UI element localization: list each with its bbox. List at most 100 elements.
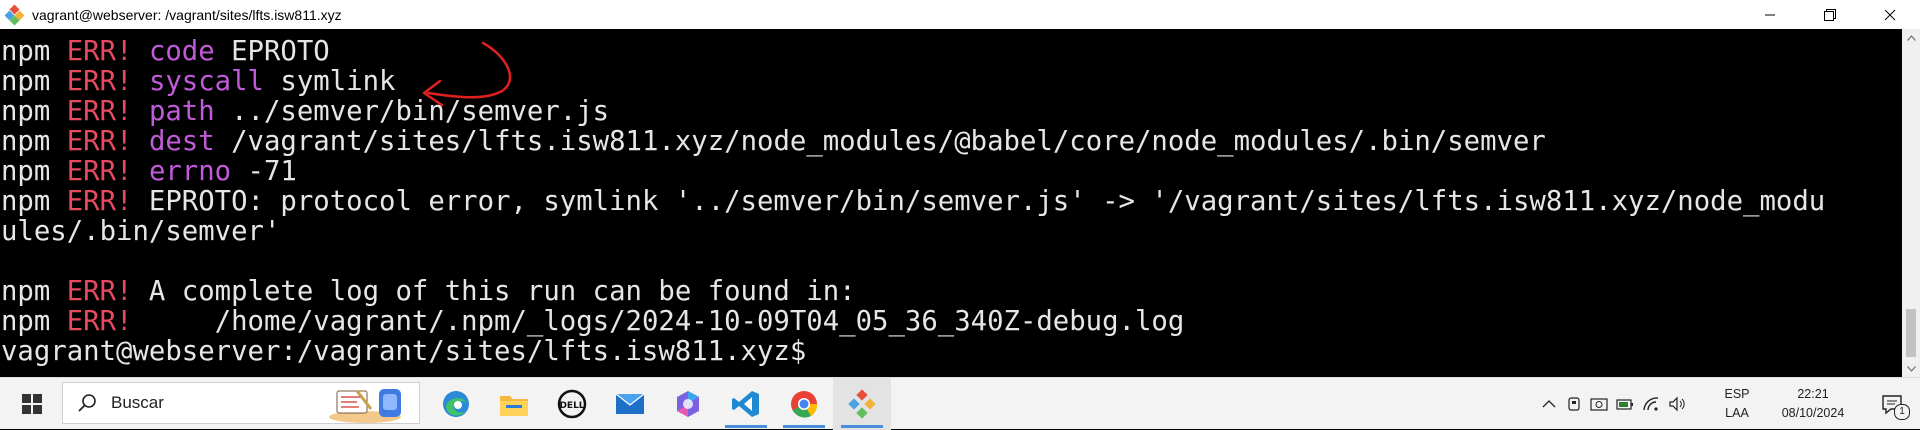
device-icon <box>1568 397 1580 411</box>
line-value: vagrant@webserver:/vagrant/sites/lfts.is… <box>1 336 807 367</box>
npm-prefix: npm <box>1 306 51 337</box>
chrome-icon <box>791 391 818 418</box>
line-value: -71 <box>231 156 297 187</box>
running-indicator <box>725 425 767 428</box>
clock-time: 22:21 <box>1797 387 1829 401</box>
scroll-up-button[interactable] <box>1902 29 1920 46</box>
mail-icon <box>615 393 645 414</box>
terminal-line: npm ERR! dest /vagrant/sites/lfts.isw811… <box>1 127 1825 157</box>
wifi-icon <box>1643 397 1659 411</box>
line-value: symlink <box>263 66 396 97</box>
line-value: EPROTO: protocol error, symlink '../semv… <box>132 186 1826 217</box>
keyboard-layout: LAA <box>1725 406 1749 420</box>
restore-button[interactable] <box>1800 0 1860 29</box>
copilot-icon <box>677 391 699 417</box>
taskbar-chrome[interactable] <box>775 378 833 430</box>
tray-battery[interactable] <box>1613 378 1637 430</box>
minimize-button[interactable] <box>1740 0 1800 29</box>
scroll-down-button[interactable] <box>1902 360 1920 377</box>
error-key: syscall <box>148 66 264 97</box>
notification-center-button[interactable]: 1 <box>1867 378 1917 430</box>
line-value: /vagrant/sites/lfts.isw811.xyz/node_modu… <box>214 126 1546 157</box>
search-placeholder: Buscar <box>111 393 164 412</box>
npm-prefix: npm <box>1 156 51 187</box>
windows-logo-icon <box>22 394 42 414</box>
terminal-line: npm ERR! errno -71 <box>1 157 1825 187</box>
taskbar-vscode[interactable] <box>717 378 775 430</box>
start-button[interactable] <box>10 378 54 430</box>
search-highlight-illustration-icon <box>329 389 401 423</box>
taskbar-edge[interactable] <box>427 378 485 430</box>
taskbar-search[interactable]: Buscar <box>62 382 420 424</box>
taskbar-copilot[interactable] <box>659 378 717 430</box>
npm-prefix: npm <box>1 36 51 67</box>
npm-prefix: npm <box>1 126 51 157</box>
error-key: errno <box>148 156 232 187</box>
line-value: ules/.bin/semver' <box>1 216 281 247</box>
taskbar-dell[interactable]: DELL <box>543 378 601 430</box>
close-button[interactable] <box>1860 0 1920 29</box>
terminal-output[interactable]: npm ERR! code EPROTO npm ERR! syscall sym… <box>0 29 1902 377</box>
running-indicator <box>783 425 825 428</box>
git-app-icon <box>4 4 25 25</box>
error-tag: ERR! <box>66 66 133 97</box>
battery-icon <box>1616 399 1633 410</box>
error-tag: ERR! <box>66 276 133 307</box>
terminal-line: npm ERR! /home/vagrant/.npm/_logs/2024-1… <box>1 307 1825 337</box>
show-hidden-icons-button[interactable] <box>1537 378 1561 430</box>
terminal-line: npm ERR! syscall symlink <box>1 67 1825 97</box>
error-tag: ERR! <box>66 126 133 157</box>
window-title: vagrant@webserver: /vagrant/sites/lfts.i… <box>32 6 342 23</box>
npm-prefix: npm <box>1 276 51 307</box>
scrollbar-thumb[interactable] <box>1906 309 1916 357</box>
tray-device[interactable] <box>1563 378 1585 430</box>
running-indicator <box>841 425 883 428</box>
taskbar-git-bash[interactable] <box>833 378 891 430</box>
error-key: code <box>148 36 215 67</box>
camera-icon <box>1590 398 1608 411</box>
terminal-line: npm ERR! A complete log of this run can … <box>1 277 1825 307</box>
terminal-line: vagrant@webserver:/vagrant/sites/lfts.is… <box>1 337 1825 367</box>
language-indicator[interactable]: ESP LAA <box>1717 378 1757 430</box>
chevron-down-icon <box>1906 365 1916 372</box>
error-tag: ERR! <box>66 36 133 67</box>
tray-meet-now[interactable] <box>1587 378 1611 430</box>
volume-icon <box>1669 396 1685 412</box>
tray-volume[interactable] <box>1665 378 1689 430</box>
error-key: path <box>148 96 215 127</box>
chevron-up-icon <box>1906 34 1916 41</box>
clock-date: 08/10/2024 <box>1781 406 1845 420</box>
error-tag: ERR! <box>66 306 133 337</box>
error-tag: ERR! <box>66 186 133 217</box>
error-key: dest <box>148 126 215 157</box>
line-value: A complete log of this run can be found … <box>132 276 856 307</box>
line-value: /home/vagrant/.npm/_logs/2024-10-09T04_0… <box>132 306 1185 337</box>
git-icon <box>848 389 876 419</box>
restore-icon <box>1824 8 1836 21</box>
dell-icon: DELL <box>557 389 587 419</box>
taskbar-mail[interactable] <box>601 378 659 430</box>
npm-prefix: npm <box>1 66 51 97</box>
terminal-text: npm ERR! code EPROTO npm ERR! syscall sym… <box>1 37 1825 367</box>
search-icon <box>78 394 96 412</box>
svg-text:DELL: DELL <box>559 401 584 411</box>
line-value: EPROTO <box>214 36 330 67</box>
edge-icon <box>443 391 469 417</box>
vscode-icon <box>732 391 759 417</box>
terminal-line: npm ERR! EPROTO: protocol error, symlink… <box>1 187 1825 217</box>
taskbar-file-explorer[interactable] <box>485 378 543 430</box>
terminal-scrollbar[interactable] <box>1902 29 1920 377</box>
terminal-line: npm ERR! path ../semver/bin/semver.js <box>1 97 1825 127</box>
terminal-line: ules/.bin/semver' <box>1 217 1825 247</box>
annotation-arrow-icon <box>422 41 512 107</box>
terminal-line: npm ERR! code EPROTO <box>1 37 1825 67</box>
clock[interactable]: 22:21 08/10/2024 <box>1763 378 1863 430</box>
notification-count-badge: 1 <box>1894 404 1910 420</box>
close-icon <box>1884 9 1896 20</box>
tray-network[interactable] <box>1639 378 1663 430</box>
language-code: ESP <box>1724 387 1750 401</box>
npm-prefix: npm <box>1 96 51 127</box>
chevron-up-icon <box>1542 400 1556 408</box>
error-tag: ERR! <box>66 96 133 127</box>
